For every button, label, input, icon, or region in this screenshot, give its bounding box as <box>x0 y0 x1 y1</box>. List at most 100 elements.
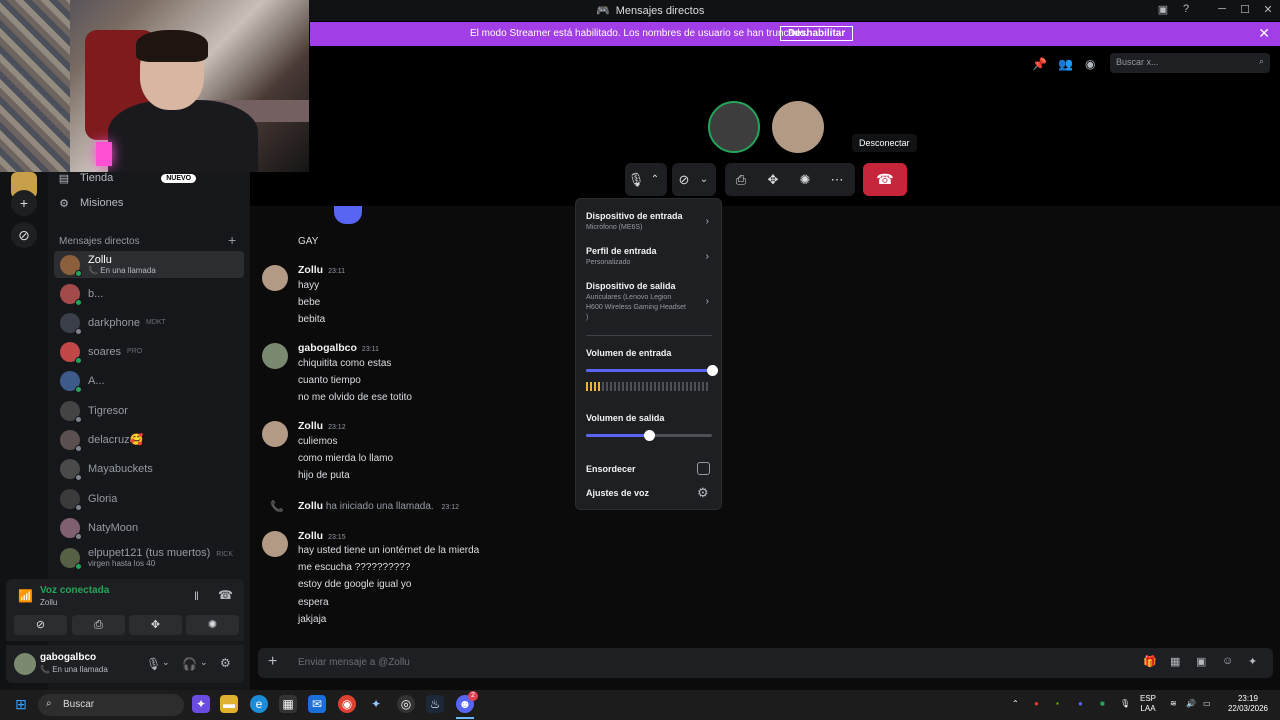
search-input[interactable]: Buscar x... ⌕ <box>1110 53 1270 73</box>
input-volume-slider[interactable] <box>586 365 718 376</box>
edge-icon[interactable]: e <box>250 695 268 713</box>
nav-quests[interactable]: ⚙ Misiones <box>58 193 123 213</box>
dm-item[interactable]: elpupet121 (tus muertos) RICK virgen hasta… <box>54 544 244 571</box>
dm-item[interactable]: NatyMoon <box>54 514 244 541</box>
share-screen-icon[interactable]: ⎙ <box>725 172 757 188</box>
pin-icon[interactable]: 📌 <box>1032 57 1047 71</box>
camera-control[interactable]: ⊘ ⌄ <box>672 163 716 196</box>
gemini-icon[interactable]: ✦ <box>367 695 385 713</box>
inbox-icon[interactable]: ▣ <box>1155 3 1171 17</box>
message-author[interactable]: Zollu <box>298 420 323 432</box>
chevron-down-icon[interactable]: ⌄ <box>696 174 712 185</box>
create-dm-icon[interactable]: + <box>228 232 236 248</box>
close-banner-icon[interactable]: ✕ <box>1258 25 1270 42</box>
avatar[interactable] <box>262 343 288 369</box>
attach-plus-icon[interactable]: + <box>268 653 277 671</box>
add-server-icon[interactable]: + <box>11 190 37 216</box>
activities-icon[interactable]: ✥ <box>757 172 789 188</box>
microphone-icon[interactable]: 🎙 <box>625 172 647 188</box>
volume-icon[interactable]: 🔊 <box>1186 699 1196 709</box>
gift-icon[interactable]: 🎁 <box>1143 655 1157 668</box>
dm-item[interactable]: b... <box>54 280 244 307</box>
mic-control[interactable]: 🎙 ⌃ <box>625 163 667 196</box>
discover-icon[interactable]: ⊘ <box>11 222 37 248</box>
disable-streamer-button[interactable]: Deshabilitar <box>780 26 854 41</box>
dm-item[interactable]: Mayabuckets <box>54 455 244 482</box>
chevron-down-icon[interactable]: ⌄ <box>162 657 170 668</box>
microphone-icon[interactable]: 🎙 <box>1120 699 1130 709</box>
settings-gear-icon[interactable]: ⚙ <box>697 485 709 501</box>
close-window-button[interactable]: ✕ <box>1260 3 1276 17</box>
emoji-icon[interactable]: ☺ <box>1222 655 1233 667</box>
store-icon[interactable]: ▦ <box>279 695 297 713</box>
windows-start-icon[interactable]: ⊞ <box>12 695 30 713</box>
message-composer[interactable]: + Enviar mensaje a @Zollu 🎁 ▦ ▣ ☺ ✦ <box>258 648 1273 678</box>
soundboard-button[interactable]: ✺ <box>186 615 239 635</box>
slider-knob[interactable] <box>706 365 718 376</box>
camera-off-icon[interactable]: ⊘ <box>672 172 696 188</box>
file-explorer-icon[interactable]: ▬ <box>220 695 238 713</box>
dm-item[interactable]: delacruz🥰 <box>54 426 244 453</box>
chrome-icon[interactable]: ◉ <box>338 695 356 713</box>
share-screen-button[interactable]: ⎙ <box>72 615 125 635</box>
input-language[interactable]: ESP LAA <box>1140 694 1156 714</box>
help-icon[interactable]: ? <box>1178 3 1194 17</box>
avatar[interactable] <box>14 653 36 675</box>
avatar[interactable] <box>262 421 288 447</box>
steam-icon[interactable]: ♨ <box>426 695 444 713</box>
avatar[interactable] <box>262 265 288 291</box>
profile-icon[interactable]: ◉ <box>1085 57 1095 71</box>
noise-suppression-icon[interactable]: ‖ <box>194 589 199 603</box>
taskbar-search[interactable]: ⌕ Buscar <box>38 694 184 716</box>
input-profile-item[interactable]: Perfil de entrada Personalizado <box>586 246 657 268</box>
dm-item[interactable]: A... <box>54 367 244 394</box>
composer-input[interactable]: Enviar mensaje a @Zollu <box>298 657 410 668</box>
input-device-item[interactable]: Dispositivo de entrada Micrófono (ME6S) <box>586 211 683 233</box>
clock[interactable]: 23:19 22/03/2026 <box>1226 694 1270 714</box>
participant-avatar[interactable] <box>772 101 824 153</box>
sticker-icon[interactable]: ▣ <box>1196 655 1206 668</box>
tray-app-icon[interactable]: ■ <box>1100 699 1105 709</box>
wifi-icon[interactable]: ≋ <box>1170 699 1177 709</box>
headphones-icon[interactable]: 🎧 <box>182 657 197 671</box>
app-icon[interactable]: ◎ <box>397 695 415 713</box>
apps-icon[interactable]: ✦ <box>1248 655 1257 668</box>
battery-icon[interactable]: ▭ <box>1203 699 1211 709</box>
voice-settings-link[interactable]: Ajustes de voz <box>586 488 649 498</box>
deafen-checkbox[interactable] <box>697 462 710 475</box>
camera-button[interactable]: ⊘ <box>14 615 67 635</box>
dm-item[interactable]: darkphone MDKT <box>54 309 244 336</box>
chevron-up-icon[interactable]: ⌃ <box>647 174 663 185</box>
add-friends-icon[interactable]: 👥 <box>1058 57 1073 71</box>
disconnect-icon[interactable]: ☎ <box>218 588 233 602</box>
dm-item[interactable]: Tigresor <box>54 397 244 424</box>
output-volume-slider[interactable] <box>586 430 712 441</box>
gif-icon[interactable]: ▦ <box>1170 655 1180 668</box>
tray-app-icon[interactable]: ● <box>1078 699 1083 709</box>
message-author[interactable]: Zollu <box>298 530 323 542</box>
disconnect-button[interactable]: ☎ <box>863 163 907 196</box>
minimize-button[interactable]: ─ <box>1214 3 1230 17</box>
microphone-icon[interactable]: 🎙 <box>146 657 161 671</box>
activities-button[interactable]: ✥ <box>129 615 182 635</box>
dm-item[interactable]: soares PRO <box>54 338 244 365</box>
mail-icon[interactable]: ✉ <box>308 695 326 713</box>
tray-app-icon[interactable]: ● <box>1034 699 1039 709</box>
message-author[interactable]: gabogalbco <box>298 342 357 354</box>
output-device-item[interactable]: Dispositivo de salida Auriculares (Lenov… <box>586 281 686 323</box>
avatar[interactable] <box>262 531 288 557</box>
maximize-button[interactable]: ☐ <box>1237 3 1253 17</box>
more-options-icon[interactable]: ⋯ <box>821 172 853 188</box>
message-author[interactable]: Zollu <box>298 264 323 276</box>
settings-gear-icon[interactable]: ⚙ <box>220 656 231 670</box>
chevron-down-icon[interactable]: ⌄ <box>200 657 208 668</box>
dm-item[interactable]: Gloria <box>54 485 244 512</box>
nvidia-icon[interactable]: ▪ <box>1056 699 1059 709</box>
participant-avatar[interactable] <box>708 101 760 153</box>
copilot-icon[interactable]: ✦ <box>192 695 210 713</box>
discord-icon[interactable]: ☻ 2 <box>456 691 478 713</box>
slider-knob[interactable] <box>643 430 655 441</box>
chevron-up-icon[interactable]: ⌃ <box>1012 699 1019 709</box>
dm-item[interactable]: Zollu 📞 En una llamada <box>54 251 244 278</box>
soundboard-icon[interactable]: ✺ <box>789 172 821 188</box>
